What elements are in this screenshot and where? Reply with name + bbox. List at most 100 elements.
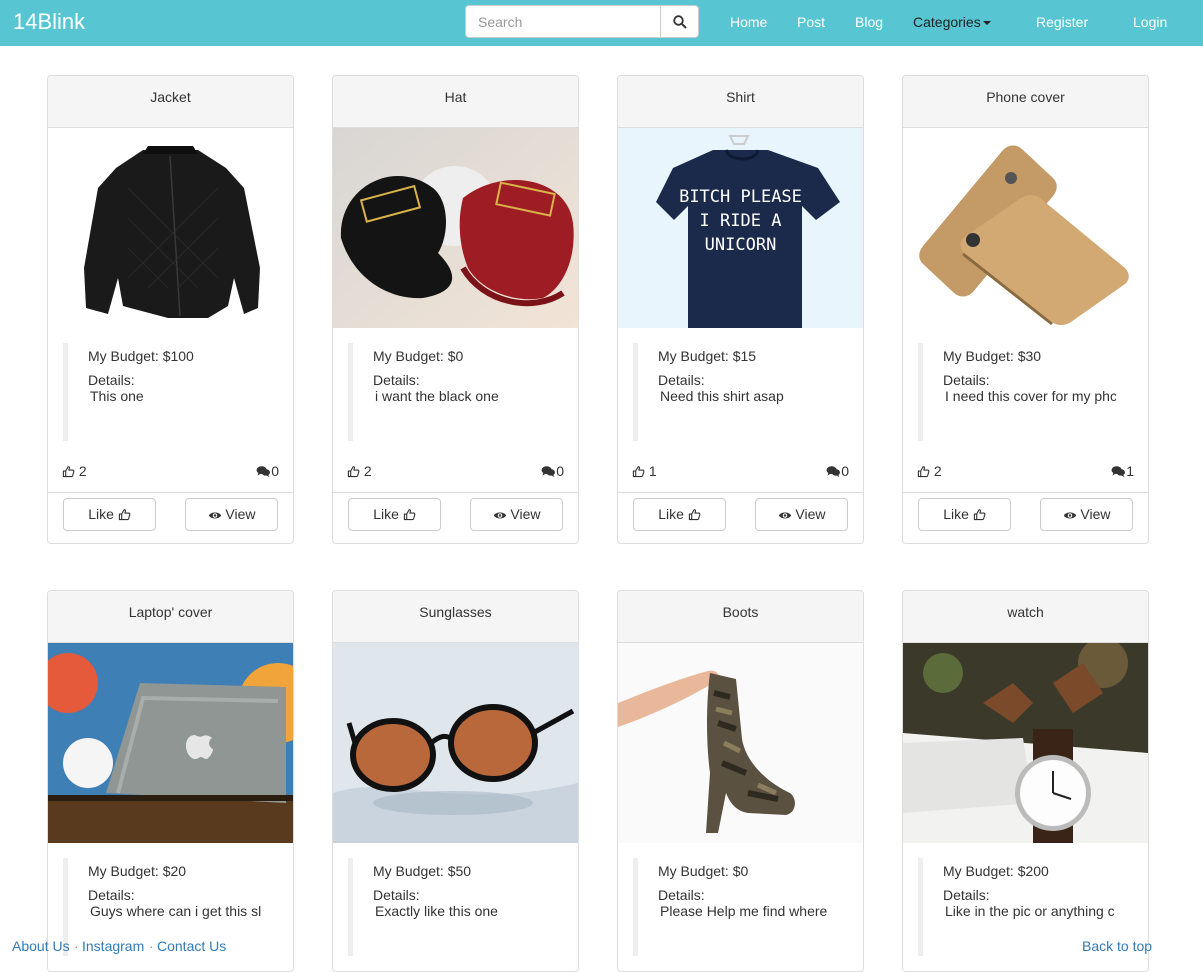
card-footer: Like View [903, 492, 1148, 543]
details-text: Guys where can i get this sl [90, 903, 261, 919]
eye-icon [208, 510, 222, 521]
thumbs-up-icon [403, 508, 416, 521]
view-button[interactable]: View [755, 498, 848, 531]
eye-icon [778, 510, 792, 521]
post-card-jacket: Jacket My Budget: $100 Details: This one… [47, 75, 294, 544]
search-icon [673, 15, 687, 29]
comments-icon [256, 465, 271, 478]
eye-icon [1063, 510, 1077, 521]
caret-down-icon [982, 21, 991, 26]
details-text: Exactly like this one [375, 903, 498, 919]
search-form [465, 5, 699, 38]
card-title: Boots [618, 591, 863, 643]
details-text: Please Help me find where [660, 903, 828, 919]
navbar: 14Blink Home Post Blog Categories Regist… [0, 0, 1203, 46]
card-body: My Budget: $100 Details: This one 2 0 [48, 328, 293, 492]
card-title: Shirt [618, 76, 863, 128]
like-count: 2 [347, 463, 372, 479]
details-label: Details: [943, 372, 990, 388]
footer-about-link[interactable]: About Us [12, 938, 70, 954]
post-card-phone-cover: Phone cover My Budget: $30 Details: I ne… [902, 75, 1149, 544]
like-count: 2 [62, 463, 87, 479]
footer-instagram-link[interactable]: Instagram [82, 938, 144, 954]
details-label: Details: [373, 372, 420, 388]
details-label: Details: [88, 887, 135, 903]
card-title: Hat [333, 76, 578, 128]
details-text: This one [90, 388, 144, 404]
view-button[interactable]: View [470, 498, 563, 531]
brand-logo[interactable]: 14Blink [13, 9, 85, 35]
sunglasses-image[interactable] [333, 643, 578, 843]
search-input[interactable] [465, 5, 661, 38]
hat-image[interactable] [333, 128, 578, 328]
budget-text: My Budget: $15 [658, 348, 757, 364]
budget-text: My Budget: $20 [88, 863, 187, 879]
card-title: Jacket [48, 76, 293, 128]
like-button[interactable]: Like [348, 498, 441, 531]
nav-register[interactable]: Register [1036, 14, 1088, 30]
post-card-laptop-cover: Laptop' cover My Budget: $20 Details: Gu… [47, 590, 294, 972]
comment-count: 0 [826, 463, 849, 479]
comments-icon [541, 465, 556, 478]
post-card-hat: Hat My Budget: $0 Details: i want the bl… [332, 75, 579, 544]
card-body: My Budget: $15 Details: Need this shirt … [618, 328, 863, 492]
post-card-boots: Boots My Budget: $0 Details: Please Help… [617, 590, 864, 972]
like-count: 1 [632, 463, 657, 479]
like-button[interactable]: Like [633, 498, 726, 531]
thumbs-up-icon [632, 465, 645, 478]
view-button[interactable]: View [185, 498, 278, 531]
footer-contact-link[interactable]: Contact Us [157, 938, 226, 954]
nav-login[interactable]: Login [1133, 14, 1167, 30]
eye-icon [493, 510, 507, 521]
details-label: Details: [658, 887, 705, 903]
jacket-image[interactable] [48, 128, 293, 328]
nav-categories-label: Categories [913, 14, 981, 30]
boots-image[interactable] [618, 643, 863, 843]
shirt-image[interactable]: BITCH PLEASE I RIDE A UNICORN [618, 128, 863, 328]
details-text: Need this shirt asap [660, 388, 784, 404]
footer-separator: · [149, 938, 154, 954]
card-title: Sunglasses [333, 591, 578, 643]
phone-cover-image[interactable] [903, 128, 1148, 328]
details-label: Details: [943, 887, 990, 903]
details-text: i want the black one [375, 388, 499, 404]
budget-text: My Budget: $0 [658, 863, 749, 879]
post-card-sunglasses: Sunglasses My Budget: $50 Details: Exact… [332, 590, 579, 972]
details-label: Details: [373, 887, 420, 903]
shirt-print-line: UNICORN [704, 235, 777, 255]
card-title: Phone cover [903, 76, 1148, 128]
thumbs-up-icon [917, 465, 930, 478]
card-body: My Budget: $50 Details: Exactly like thi… [333, 843, 578, 971]
nav-blog[interactable]: Blog [855, 14, 883, 30]
thumbs-up-icon [973, 508, 986, 521]
comment-count: 0 [541, 463, 564, 479]
like-button[interactable]: Like [918, 498, 1011, 531]
footer-separator: · [74, 938, 79, 954]
like-button[interactable]: Like [63, 498, 156, 531]
shirt-print-line: I RIDE A [699, 211, 782, 231]
budget-text: My Budget: $50 [373, 863, 472, 879]
budget-text: My Budget: $200 [943, 863, 1049, 879]
laptop-cover-image[interactable] [48, 643, 293, 843]
comment-count: 0 [256, 463, 279, 479]
card-body: My Budget: $30 Details: I need this cove… [903, 328, 1148, 492]
search-button[interactable] [660, 5, 699, 38]
card-body: My Budget: $0 Details: i want the black … [333, 328, 578, 492]
comments-icon [826, 465, 841, 478]
budget-text: My Budget: $30 [943, 348, 1042, 364]
view-button[interactable]: View [1040, 498, 1133, 531]
nav-post[interactable]: Post [797, 14, 825, 30]
nav-categories-dropdown[interactable]: Categories [913, 14, 991, 30]
details-label: Details: [88, 372, 135, 388]
post-card-shirt: Shirt BITCH PLEASE I RIDE A UNICORN My B… [617, 75, 864, 544]
thumbs-up-icon [347, 465, 360, 478]
card-footer: Like View [48, 492, 293, 543]
watch-image[interactable] [903, 643, 1148, 843]
thumbs-up-icon [118, 508, 131, 521]
back-to-top-link[interactable]: Back to top [1082, 938, 1152, 954]
thumbs-up-icon [688, 508, 701, 521]
card-body: My Budget: $0 Details: Please Help me fi… [618, 843, 863, 971]
like-count: 2 [917, 463, 942, 479]
nav-home[interactable]: Home [730, 14, 767, 30]
shirt-print-line: BITCH PLEASE [679, 187, 802, 207]
